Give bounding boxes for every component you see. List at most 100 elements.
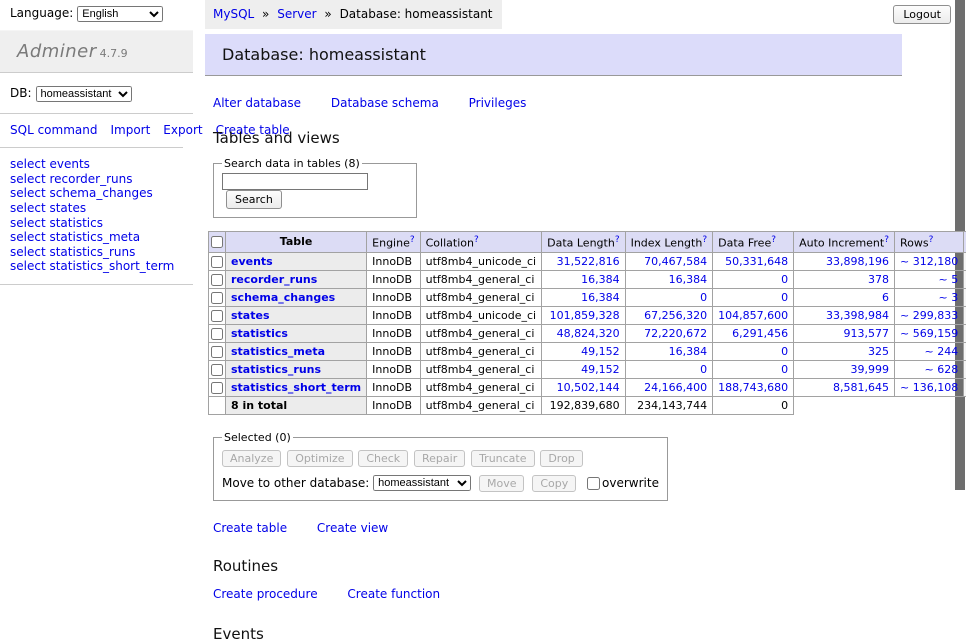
search-input[interactable] xyxy=(222,173,368,190)
row-checkbox[interactable] xyxy=(211,292,223,304)
data-length-cell-link[interactable]: 101,859,328 xyxy=(550,309,620,322)
truncate-button[interactable]: Truncate xyxy=(471,450,534,467)
data-length-cell-link[interactable]: 10,502,144 xyxy=(557,381,620,394)
index-length-cell-link[interactable]: 67,256,320 xyxy=(644,309,707,322)
row-checkbox[interactable] xyxy=(211,382,223,394)
check-button[interactable]: Check xyxy=(358,450,408,467)
table-name-link[interactable]: recorder_runs xyxy=(231,273,317,286)
index-length-cell-link[interactable]: 16,384 xyxy=(669,345,708,358)
index-length-cell-link[interactable]: 70,467,584 xyxy=(644,255,707,268)
alter-database-link[interactable]: Alter database xyxy=(213,96,301,110)
rows-cell-link[interactable]: ~ 244 xyxy=(924,345,958,358)
breadcrumb-link-mysql[interactable]: MySQL xyxy=(213,7,254,21)
move-database-select[interactable]: homeassistant xyxy=(373,475,471,491)
sidebar-link-export[interactable]: Export xyxy=(163,123,202,137)
data-free-cell-link[interactable]: 104,857,600 xyxy=(718,309,788,322)
search-button[interactable]: Search xyxy=(226,190,282,209)
auto-increment-cell-link[interactable]: 913,577 xyxy=(844,327,890,340)
create-view-link[interactable]: Create view xyxy=(317,521,388,535)
index-length-cell-link[interactable]: 0 xyxy=(700,363,707,376)
data-length-cell-link[interactable]: 31,522,816 xyxy=(557,255,620,268)
sidebar-select-link[interactable]: select states xyxy=(10,201,193,216)
app-logo[interactable]: Adminer xyxy=(17,41,97,62)
table-name-link[interactable]: states xyxy=(231,309,270,322)
create-function-link[interactable]: Create function xyxy=(347,587,440,601)
data-free-cell-link[interactable]: 0 xyxy=(781,345,788,358)
data-free-cell-link[interactable]: 188,743,680 xyxy=(718,381,788,394)
sidebar-select-link[interactable]: select statistics_meta xyxy=(10,230,193,245)
table-name-link[interactable]: statistics_short_term xyxy=(231,381,361,394)
sidebar-link-import[interactable]: Import xyxy=(110,123,150,137)
auto-increment-cell-link[interactable]: 33,398,984 xyxy=(826,309,889,322)
breadcrumb-link-server[interactable]: Server xyxy=(277,7,316,21)
help-link[interactable]: ? xyxy=(702,235,707,245)
copy-button[interactable]: Copy xyxy=(532,475,576,492)
table-name-link[interactable]: statistics_runs xyxy=(231,363,321,376)
index-length-cell-link[interactable]: 24,166,400 xyxy=(644,381,707,394)
rows-cell-link[interactable]: ~ 299,833 xyxy=(900,309,958,322)
create-table-link[interactable]: Create table xyxy=(213,521,287,535)
rows-cell-link[interactable]: ~ 136,108 xyxy=(900,381,958,394)
sidebar-link-sql-command[interactable]: SQL command xyxy=(10,123,97,137)
select-all-checkbox[interactable] xyxy=(211,236,223,248)
row-checkbox[interactable] xyxy=(211,274,223,286)
optimize-button[interactable]: Optimize xyxy=(287,450,352,467)
sidebar-select-link[interactable]: select statistics_short_term xyxy=(10,259,193,274)
db-select[interactable]: homeassistant xyxy=(36,86,132,102)
help-link[interactable]: ? xyxy=(615,235,620,245)
help-link[interactable]: ? xyxy=(884,235,889,245)
rows-cell-link[interactable]: ~ 3 xyxy=(938,291,958,304)
data-free-cell-link[interactable]: 6,291,456 xyxy=(732,327,788,340)
table-name-link[interactable]: statistics_meta xyxy=(231,345,325,358)
auto-increment-cell-link[interactable]: 33,898,196 xyxy=(826,255,889,268)
table-name-link[interactable]: schema_changes xyxy=(231,291,335,304)
row-checkbox[interactable] xyxy=(211,346,223,358)
drop-button[interactable]: Drop xyxy=(540,450,582,467)
table-name-link[interactable]: statistics xyxy=(231,327,288,340)
help-link[interactable]: ? xyxy=(771,235,776,245)
auto-increment-cell-link[interactable]: 39,999 xyxy=(851,363,890,376)
sidebar-select-link[interactable]: select schema_changes xyxy=(10,186,193,201)
data-length-cell-link[interactable]: 16,384 xyxy=(581,273,620,286)
auto-increment-cell-link[interactable]: 378 xyxy=(868,273,889,286)
rows-cell-link[interactable]: ~ 312,180 xyxy=(900,255,958,268)
data-free-cell-link[interactable]: 50,331,648 xyxy=(725,255,788,268)
table-name-link[interactable]: events xyxy=(231,255,273,268)
data-length-cell-link[interactable]: 16,384 xyxy=(581,291,620,304)
data-length-cell-link[interactable]: 49,152 xyxy=(581,345,620,358)
rows-cell-link[interactable]: ~ 628 xyxy=(924,363,958,376)
auto-increment-cell-link[interactable]: 6 xyxy=(882,291,889,304)
create-procedure-link[interactable]: Create procedure xyxy=(213,587,318,601)
row-checkbox[interactable] xyxy=(211,256,223,268)
auto-increment-cell-link[interactable]: 325 xyxy=(868,345,889,358)
data-free-cell-link[interactable]: 0 xyxy=(781,363,788,376)
repair-button[interactable]: Repair xyxy=(414,450,465,467)
data-free-cell-link[interactable]: 0 xyxy=(781,291,788,304)
move-button[interactable]: Move xyxy=(479,475,525,492)
data-free-cell-link[interactable]: 0 xyxy=(781,273,788,286)
help-link[interactable]: ? xyxy=(929,235,934,245)
row-checkbox[interactable] xyxy=(211,310,223,322)
database-schema-link[interactable]: Database schema xyxy=(331,96,439,110)
index-length-cell-link[interactable]: 16,384 xyxy=(669,273,708,286)
language-select[interactable]: English xyxy=(77,6,163,22)
help-link[interactable]: ? xyxy=(474,235,479,245)
data-length-cell-link[interactable]: 48,824,320 xyxy=(557,327,620,340)
help-link[interactable]: ? xyxy=(410,235,415,245)
overwrite-checkbox[interactable] xyxy=(587,477,600,490)
privileges-link[interactable]: Privileges xyxy=(469,96,527,110)
sidebar-select-link[interactable]: select statistics xyxy=(10,216,193,231)
index-length-cell-link[interactable]: 72,220,672 xyxy=(644,327,707,340)
analyze-button[interactable]: Analyze xyxy=(222,450,281,467)
index-length-cell-link[interactable]: 0 xyxy=(700,291,707,304)
rows-cell-link[interactable]: ~ 5 xyxy=(938,273,958,286)
row-checkbox[interactable] xyxy=(211,364,223,376)
sidebar-select-link[interactable]: select statistics_runs xyxy=(10,245,193,260)
sidebar-select-link[interactable]: select recorder_runs xyxy=(10,172,193,187)
rows-cell-link[interactable]: ~ 569,159 xyxy=(900,327,958,340)
row-checkbox[interactable] xyxy=(211,328,223,340)
sidebar-select-link[interactable]: select events xyxy=(10,157,193,172)
data-length-cell-link[interactable]: 49,152 xyxy=(581,363,620,376)
index-length-cell: 24,166,400 xyxy=(625,378,713,396)
auto-increment-cell-link[interactable]: 8,581,645 xyxy=(833,381,889,394)
